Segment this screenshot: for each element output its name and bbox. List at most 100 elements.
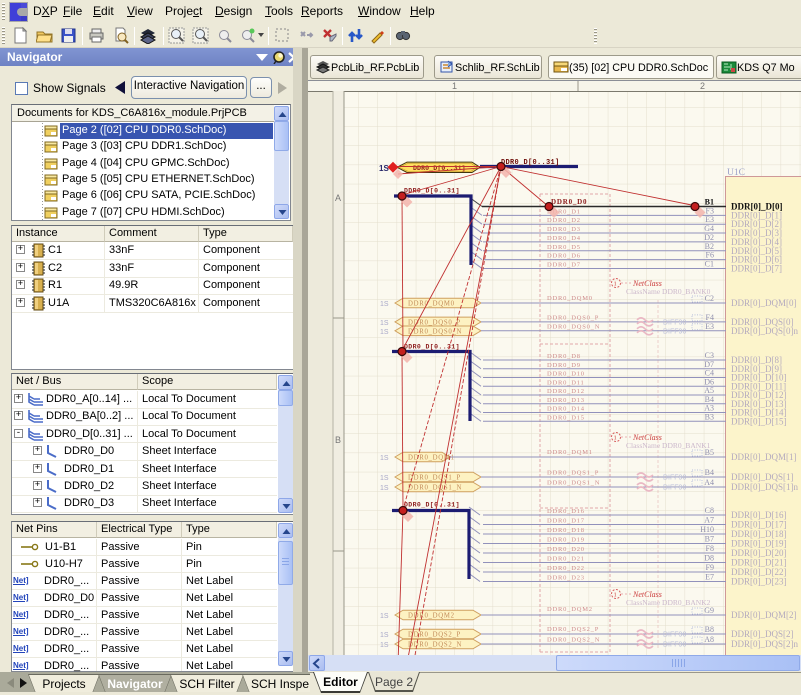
svg-text:ClassName DDR0_BANK2: ClassName DDR0_BANK2 (626, 598, 711, 607)
svg-text:B1: B1 (705, 198, 714, 207)
svg-text:DIFF90: DIFF90 (663, 319, 686, 326)
svg-text:B8: B8 (705, 625, 714, 634)
svg-text:DDR[0]_D[0]: DDR[0]_D[0] (731, 202, 783, 212)
svg-text:DDR0_D14: DDR0_D14 (547, 406, 585, 413)
svg-text:DDR0_D7: DDR0_D7 (547, 261, 581, 268)
svg-text:D8: D8 (704, 554, 714, 563)
svg-text:E3: E3 (705, 215, 714, 224)
svg-text:DDR0_DQM0: DDR0_DQM0 (408, 301, 455, 308)
svg-text:DDR[0]_D[19]: DDR[0]_D[19] (731, 539, 787, 549)
svg-text:DDR0_D8: DDR0_D8 (547, 353, 581, 360)
svg-text:C1: C1 (705, 259, 714, 268)
svg-text:D7: D7 (704, 360, 714, 369)
svg-text:A8: A8 (704, 635, 714, 644)
svg-text:DDR[0]_D[23]: DDR[0]_D[23] (731, 577, 787, 587)
svg-text:DDR0_D4: DDR0_D4 (547, 235, 581, 242)
svg-text:C8: C8 (705, 506, 714, 515)
svg-text:G4: G4 (704, 224, 714, 233)
svg-text:DDR0_D[0..31]: DDR0_D[0..31] (501, 159, 560, 167)
svg-text:DDR0_D9: DDR0_D9 (547, 362, 581, 369)
svg-text:C4: C4 (705, 369, 714, 378)
svg-text:DDR0_DQS0_P: DDR0_DQS0_P (547, 314, 599, 321)
svg-text:DDR0_DQS1_N: DDR0_DQS1_N (547, 480, 600, 487)
svg-text:G9: G9 (704, 606, 714, 615)
svg-text:1S: 1S (380, 485, 389, 492)
svg-text:DDR[0]_DQS[0]n: DDR[0]_DQS[0]n (731, 326, 798, 336)
svg-text:D6: D6 (704, 377, 714, 386)
svg-text:DDR[0]_D[22]: DDR[0]_D[22] (731, 567, 787, 577)
svg-text:DIFF90: DIFF90 (663, 632, 686, 639)
svg-text:F3: F3 (706, 206, 714, 215)
svg-text:DDR[0]_D[17]: DDR[0]_D[17] (731, 520, 787, 530)
svg-text:F9: F9 (706, 563, 714, 572)
svg-text:1: 1 (614, 435, 617, 442)
svg-text:DDR[0]_DQS[2]: DDR[0]_DQS[2] (731, 629, 794, 639)
svg-text:DDR[0]_DQS[2]n: DDR[0]_DQS[2]n (731, 639, 798, 649)
svg-text:1: 1 (614, 281, 617, 288)
svg-text:DDR0_D23: DDR0_D23 (547, 575, 585, 582)
svg-text:1S: 1S (380, 613, 389, 620)
svg-text:C3: C3 (705, 351, 714, 360)
svg-text:DDR[0]_DQM[1]: DDR[0]_DQM[1] (731, 452, 797, 462)
svg-text:DDR0_D6: DDR0_D6 (547, 253, 581, 260)
svg-text:DDR0_D[0..31]: DDR0_D[0..31] (404, 344, 460, 351)
svg-text:DDR0_D10: DDR0_D10 (547, 371, 585, 378)
svg-text:DDR0_D11: DDR0_D11 (547, 379, 585, 386)
svg-text:A4: A4 (704, 478, 714, 487)
svg-text:1S: 1S (379, 164, 389, 173)
svg-text:DDR0_DQM1: DDR0_DQM1 (547, 449, 593, 456)
svg-text:DDR[0]_D[21]: DDR[0]_D[21] (731, 558, 787, 568)
svg-text:DDR0_D22: DDR0_D22 (547, 565, 585, 572)
svg-text:B3: B3 (705, 412, 714, 421)
svg-text:DDR0_DQM2: DDR0_DQM2 (408, 613, 455, 620)
svg-text:H10: H10 (700, 525, 714, 534)
svg-text:B2: B2 (705, 242, 714, 251)
svg-text:DDR0_D[0..31]: DDR0_D[0..31] (404, 502, 460, 509)
svg-text:DDR0_D5: DDR0_D5 (547, 244, 581, 251)
svg-text:1S: 1S (380, 320, 389, 327)
svg-text:B4: B4 (705, 468, 714, 477)
svg-text:U1C: U1C (727, 168, 745, 178)
svg-text:DDR0_D18: DDR0_D18 (547, 527, 585, 534)
svg-text:DDR0_D0: DDR0_D0 (551, 198, 587, 206)
svg-text:DDR0_D17: DDR0_D17 (547, 518, 585, 525)
svg-text:DDR0_DQS0_N: DDR0_DQS0_N (547, 324, 600, 331)
svg-text:1: 1 (452, 81, 457, 91)
svg-text:DDR[0]_DQS[1]: DDR[0]_DQS[1] (731, 472, 794, 482)
svg-text:DDR0_DQS2_N: DDR0_DQS2_N (547, 637, 600, 644)
svg-text:DDR0_DQS1_N: DDR0_DQS1_N (408, 485, 462, 492)
svg-text:DIFF90: DIFF90 (663, 485, 686, 492)
svg-text:DIFF90: DIFF90 (663, 328, 686, 335)
svg-text:E3: E3 (705, 322, 714, 331)
svg-text:DDR0_DQM2: DDR0_DQM2 (547, 606, 593, 613)
svg-text:A: A (335, 193, 341, 203)
svg-text:D2: D2 (704, 233, 714, 242)
svg-text:1: 1 (614, 592, 617, 599)
svg-text:A5: A5 (704, 386, 714, 395)
svg-text:DDR0_D13: DDR0_D13 (547, 397, 585, 404)
svg-text:2: 2 (700, 81, 705, 91)
svg-text:DDR0_D12: DDR0_D12 (547, 388, 585, 395)
svg-text:DDR0_D15: DDR0_D15 (547, 414, 585, 421)
svg-text:DDR0_DQS2_P: DDR0_DQS2_P (547, 626, 599, 633)
svg-text:DDR0_D19: DDR0_D19 (547, 537, 585, 544)
svg-text:DDR0_D[0..31]: DDR0_D[0..31] (404, 188, 460, 195)
svg-text:DIFF90: DIFF90 (663, 475, 686, 482)
svg-text:DDR0_DQM0: DDR0_DQM0 (547, 295, 593, 302)
svg-text:DDR[0]_D[20]: DDR[0]_D[20] (731, 548, 787, 558)
svg-text:1S: 1S (380, 301, 389, 308)
svg-text:DDR[0]_DQS[1]n: DDR[0]_DQS[1]n (731, 482, 798, 492)
svg-text:ClassName DDR0_BANK0: ClassName DDR0_BANK0 (626, 287, 711, 296)
svg-text:A3: A3 (704, 404, 714, 413)
svg-text:F8: F8 (706, 544, 714, 553)
svg-text:DDR0_D21: DDR0_D21 (547, 556, 585, 563)
svg-text:1S: 1S (380, 632, 389, 639)
svg-text:DDR[0]_DQM[2]: DDR[0]_DQM[2] (731, 610, 797, 620)
svg-text:1S: 1S (380, 329, 389, 336)
svg-text:1S: 1S (380, 475, 389, 482)
svg-text:B: B (335, 435, 341, 445)
svg-text:DDR0_D2: DDR0_D2 (547, 217, 581, 224)
svg-text:DDR[0]_D[15]: DDR[0]_D[15] (731, 416, 787, 426)
svg-text:B4: B4 (705, 395, 714, 404)
svg-text:F4: F4 (706, 313, 714, 322)
